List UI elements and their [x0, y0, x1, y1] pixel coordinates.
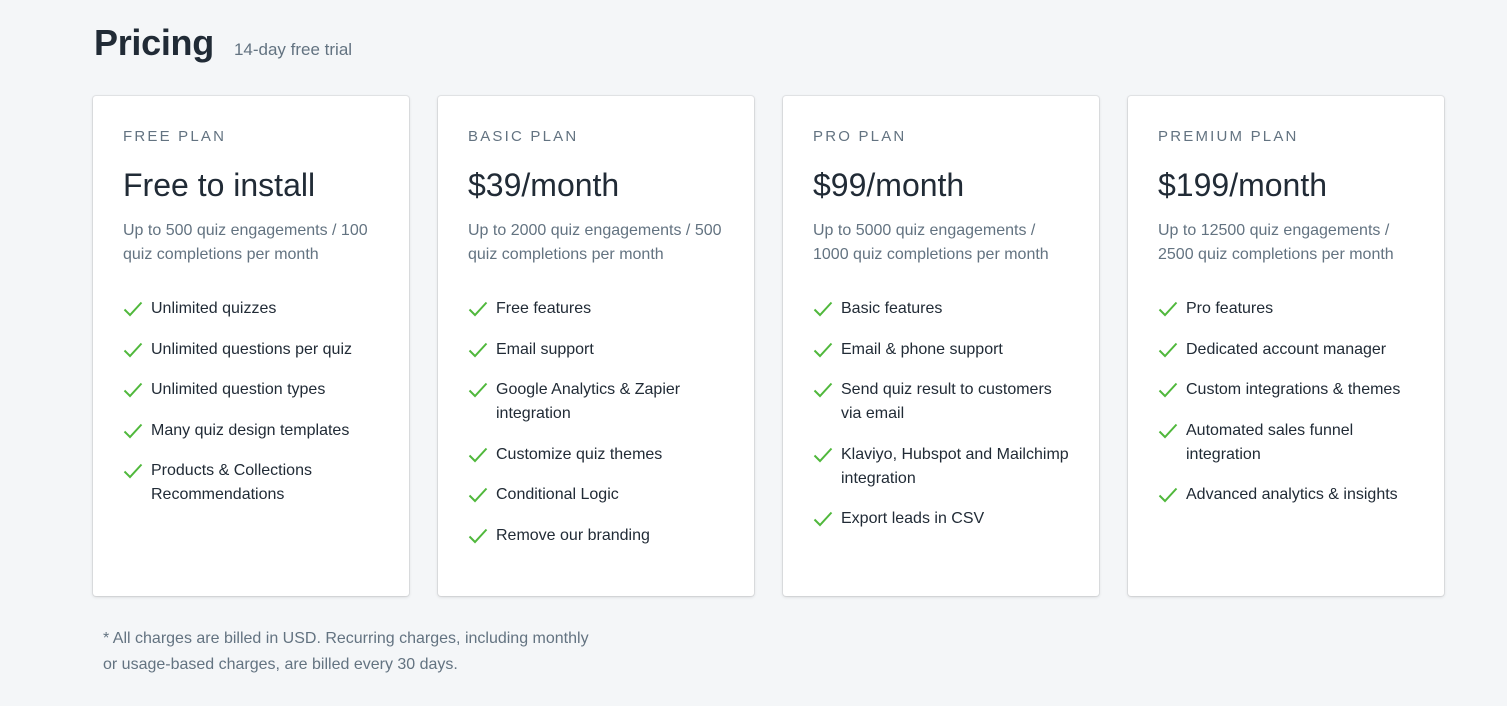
checkmark-icon	[123, 378, 143, 402]
checkmark-icon	[813, 338, 833, 362]
feature-item: Custom integrations & themes	[1158, 378, 1414, 402]
feature-label: Products & Collections Recommendations	[151, 462, 312, 503]
feature-label: Google Analytics & Zapier integration	[496, 381, 681, 422]
checkmark-icon	[468, 483, 488, 507]
feature-item: Conditional Logic	[468, 483, 724, 507]
checkmark-icon	[123, 338, 143, 362]
checkmark-icon	[1158, 297, 1178, 321]
checkmark-icon	[813, 443, 833, 467]
feature-label: Many quiz design templates	[151, 421, 350, 439]
feature-label: Unlimited quizzes	[151, 300, 277, 317]
feature-item: Customize quiz themes	[468, 443, 724, 467]
checkmark-icon	[1158, 338, 1178, 362]
plan-card-basic: BASIC PLAN $39/month Up to 2000 quiz eng…	[438, 96, 754, 596]
feature-item: Pro features	[1158, 297, 1414, 321]
feature-label: Remove our branding	[496, 526, 650, 544]
plan-name: PREMIUM PLAN	[1158, 128, 1299, 145]
feature-list: Pro features Dedicated account manager C…	[1158, 297, 1414, 507]
feature-label: Export leads in CSV	[841, 510, 985, 527]
feature-item: Klaviyo, Hubspot and Mailchimp integrati…	[813, 443, 1069, 491]
plan-name: PRO PLAN	[813, 128, 907, 145]
plan-card-premium: PREMIUM PLAN $199/month Up to 12500 quiz…	[1128, 96, 1444, 596]
checkmark-icon	[813, 507, 833, 531]
feature-label: Automated sales funnel integration	[1186, 421, 1354, 463]
feature-item: Advanced analytics & insights	[1158, 483, 1414, 507]
checkmark-icon	[468, 443, 488, 467]
checkmark-icon	[468, 378, 488, 402]
feature-item: Products & Collections Recommendations	[123, 459, 379, 507]
feature-list: Unlimited quizzes Unlimited questions pe…	[123, 297, 379, 507]
feature-item: Many quiz design templates	[123, 419, 379, 443]
feature-item: Export leads in CSV	[813, 507, 1069, 531]
checkmark-icon	[1158, 419, 1178, 443]
plan-price: Free to install	[123, 167, 316, 203]
feature-label: Unlimited questions per quiz	[151, 340, 352, 358]
feature-label: Pro features	[1186, 300, 1274, 317]
checkmark-icon	[468, 338, 488, 362]
feature-label: Advanced analytics & insights	[1186, 486, 1398, 503]
feature-label: Conditional Logic	[496, 486, 619, 503]
feature-label: Free features	[496, 300, 592, 317]
feature-label: Email support	[496, 340, 594, 358]
feature-item: Remove our branding	[468, 524, 724, 548]
plan-name: FREE PLAN	[123, 128, 227, 145]
plan-card-free: FREE PLAN Free to install Up to 500 quiz…	[93, 96, 409, 596]
feature-item: Unlimited questions per quiz	[123, 338, 379, 362]
billing-footnote: * All charges are billed in USD. Recurri…	[103, 630, 589, 673]
plan-description: Up to 12500 quiz engagements / 2500 quiz…	[1158, 222, 1394, 263]
feature-label: Customize quiz themes	[496, 445, 663, 463]
checkmark-icon	[468, 524, 488, 548]
feature-label: Send quiz result to customers via email	[841, 381, 1052, 422]
feature-item: Email & phone support	[813, 338, 1069, 362]
checkmark-icon	[1158, 378, 1178, 402]
feature-item: Unlimited quizzes	[123, 297, 379, 321]
feature-item: Dedicated account manager	[1158, 338, 1414, 362]
feature-item: Unlimited question types	[123, 378, 379, 402]
feature-item: Email support	[468, 338, 724, 362]
plan-description: Up to 500 quiz engagements / 100 quiz co…	[123, 222, 368, 263]
plan-price: $99/month	[813, 167, 965, 203]
checkmark-icon	[123, 297, 143, 321]
plan-price: $39/month	[468, 167, 620, 203]
plan-price: $199/month	[1158, 167, 1328, 203]
checkmark-icon	[123, 459, 143, 483]
checkmark-icon	[813, 297, 833, 321]
checkmark-icon	[123, 419, 143, 443]
plan-description: Up to 5000 quiz engagements / 1000 quiz …	[813, 222, 1049, 263]
feature-label: Dedicated account manager	[1186, 340, 1387, 358]
checkmark-icon	[813, 378, 833, 402]
feature-list: Basic features Email & phone support Sen…	[813, 297, 1069, 531]
feature-label: Basic features	[841, 300, 943, 317]
feature-item: Basic features	[813, 297, 1069, 321]
free-trial-subtitle: 14-day free trial	[233, 40, 353, 59]
plan-description: Up to 2000 quiz engagements / 500 quiz c…	[468, 222, 722, 263]
feature-item: Send quiz result to customers via email	[813, 378, 1069, 426]
checkmark-icon	[1158, 483, 1178, 507]
feature-list: Free features Email support Google Analy…	[468, 297, 724, 548]
checkmark-icon	[468, 297, 488, 321]
feature-label: Unlimited question types	[151, 381, 326, 398]
feature-label: Klaviyo, Hubspot and Mailchimp integrati…	[841, 445, 1069, 487]
page-title: Pricing	[94, 22, 214, 63]
feature-item: Free features	[468, 297, 724, 321]
plan-name: BASIC PLAN	[468, 128, 579, 145]
feature-item: Automated sales funnel integration	[1158, 419, 1414, 467]
feature-item: Google Analytics & Zapier integration	[468, 378, 724, 426]
pricing-cards: FREE PLAN Free to install Up to 500 quiz…	[93, 96, 1444, 596]
feature-label: Email & phone support	[841, 340, 1003, 358]
page-header: Pricing 14-day free trial	[94, 22, 352, 64]
feature-label: Custom integrations & themes	[1186, 381, 1401, 398]
plan-card-pro: PRO PLAN $99/month Up to 5000 quiz engag…	[783, 96, 1099, 596]
